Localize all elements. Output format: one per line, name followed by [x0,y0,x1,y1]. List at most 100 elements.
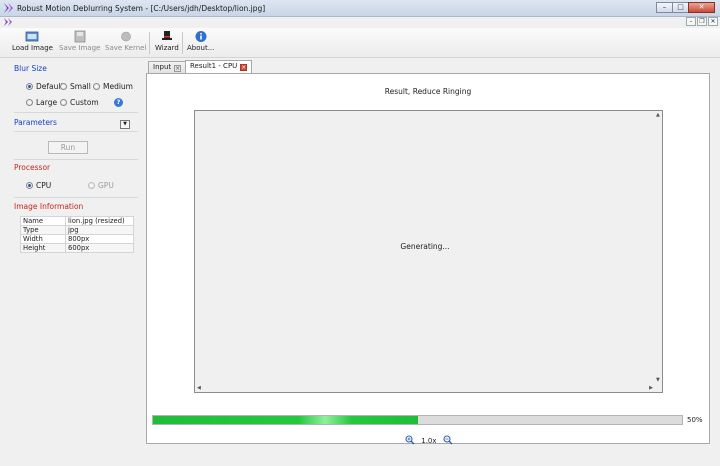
close-button[interactable]: ✕ [688,2,715,13]
child-close-button[interactable]: ✕ [708,17,718,26]
info-value: 600px [65,243,134,253]
radio-icon [60,99,67,106]
help-icon[interactable]: ? [114,98,123,107]
load-image-button[interactable]: Load Image [12,30,53,52]
window-title: Robust Motion Deblurring System - [C:/Us… [17,4,266,13]
tab-input-label: Input [153,63,172,71]
settings-panel: Blur Size Default Small Medium Large Cus… [4,60,140,462]
blur-small-label: Small [70,82,91,91]
processor-gpu-label: GPU [98,181,114,190]
info-key: Height [20,243,66,253]
blur-custom-option[interactable]: Custom [60,98,99,107]
save-kernel-button[interactable]: Save Kernel [105,30,146,52]
blur-size-title: Blur Size [14,64,47,73]
info-value: 800px [65,234,134,244]
processor-group: Processor [14,163,140,172]
tab-result1-cpu[interactable]: Result1 - CPU × [185,60,253,73]
table-row: Width 800px [20,234,134,244]
maximize-button[interactable]: □ [672,2,689,13]
blur-size-group: Blur Size [14,64,140,73]
minimize-button[interactable]: – [656,2,673,13]
radio-icon [93,83,100,90]
divider [14,159,138,160]
processor-gpu-option[interactable]: GPU [88,181,114,190]
divider [14,197,138,198]
zoom-controls: 1.0x [405,435,453,445]
save-kernel-label: Save Kernel [105,44,147,52]
blur-large-option[interactable]: Large [26,98,57,107]
scroll-up-icon[interactable]: ▲ [656,112,660,118]
wizard-hat-icon [161,31,172,40]
progress-percent-label: 50% [687,416,703,424]
run-button[interactable]: Run [48,141,88,154]
radio-icon [26,182,33,189]
blur-large-label: Large [36,98,58,107]
toolbar-separator [182,32,183,54]
system-menu-icon[interactable] [4,18,13,26]
processor-title: Processor [14,163,51,172]
blur-custom-label: Custom [70,98,99,107]
vertical-scrollbar[interactable]: ▲ ▼ [654,111,662,384]
zoom-level: 1.0x [421,437,437,445]
scroll-right-icon[interactable]: ▶ [649,385,653,391]
wizard-label: Wizard [155,44,179,52]
wizard-button[interactable]: Wizard [155,30,179,52]
scroll-left-icon[interactable]: ◀ [197,385,201,391]
toolbar-separator [149,32,150,54]
tab-bar: Input × Result1 - CPU × [146,60,710,73]
radio-icon [26,99,33,106]
table-row: Height 600px [20,243,134,253]
load-image-label: Load Image [12,44,53,52]
radio-icon [26,83,33,90]
parameters-expand-button[interactable]: ▼ [120,120,130,129]
blur-medium-option[interactable]: Medium [93,82,133,91]
blur-small-option[interactable]: Small [60,82,91,91]
tab-close-icon[interactable]: × [174,65,182,72]
menu-bar: – ❐ ✕ [0,17,720,27]
divider [14,131,138,132]
info-icon [195,31,207,42]
result-title: Result, Reduce Ringing [384,87,472,96]
image-info-title: Image Information [14,202,84,211]
toolbar: Load Image Save Image Save Kernel Wizard… [0,28,720,58]
child-restore-button[interactable]: ❐ [697,17,707,26]
status-text: Generating... [400,242,450,251]
radio-icon [88,182,95,189]
radio-icon [60,83,67,90]
app-logo-icon [4,3,13,13]
divider [14,112,138,113]
horizontal-scrollbar[interactable]: ◀ ▶ [195,383,655,392]
scroll-down-icon[interactable]: ▼ [656,377,660,383]
tab-input[interactable]: Input × [148,61,187,73]
info-key: Name [20,216,66,226]
zoom-in-icon[interactable] [405,435,415,445]
tab-close-icon[interactable]: × [240,64,248,71]
kernel-dot-icon [120,31,131,42]
save-image-button[interactable]: Save Image [59,30,100,52]
about-label: About... [187,44,215,52]
image-info-group: Image Information [14,202,140,211]
info-value: jpg [65,225,134,235]
info-key: Width [20,234,66,244]
blur-default-option[interactable]: Default [26,82,63,91]
processor-cpu-label: CPU [36,181,52,190]
child-minimize-button[interactable]: – [686,17,696,26]
result-content: Result, Reduce Ringing Generating... ▲ ▼… [146,73,710,445]
save-disk-icon [74,30,86,43]
image-info-table: Name lion.jpg (resized) Type jpg Width 8… [20,216,134,253]
image-viewer[interactable]: Generating... ▲ ▼ ◀ ▶ [194,110,663,393]
progress-fill [153,416,418,424]
zoom-out-icon[interactable] [443,435,453,445]
table-row: Name lion.jpg (resized) [20,216,134,226]
processor-cpu-option[interactable]: CPU [26,181,51,190]
tab-result-label: Result1 - CPU [190,62,238,70]
title-bar: Robust Motion Deblurring System - [C:/Us… [0,0,720,17]
progress-bar [152,415,683,425]
table-row: Type jpg [20,225,134,235]
blur-medium-label: Medium [103,82,133,91]
info-value: lion.jpg (resized) [65,216,134,226]
about-button[interactable]: About... [187,30,214,52]
save-image-label: Save Image [59,44,101,52]
folder-image-icon [26,31,39,42]
info-key: Type [20,225,66,235]
